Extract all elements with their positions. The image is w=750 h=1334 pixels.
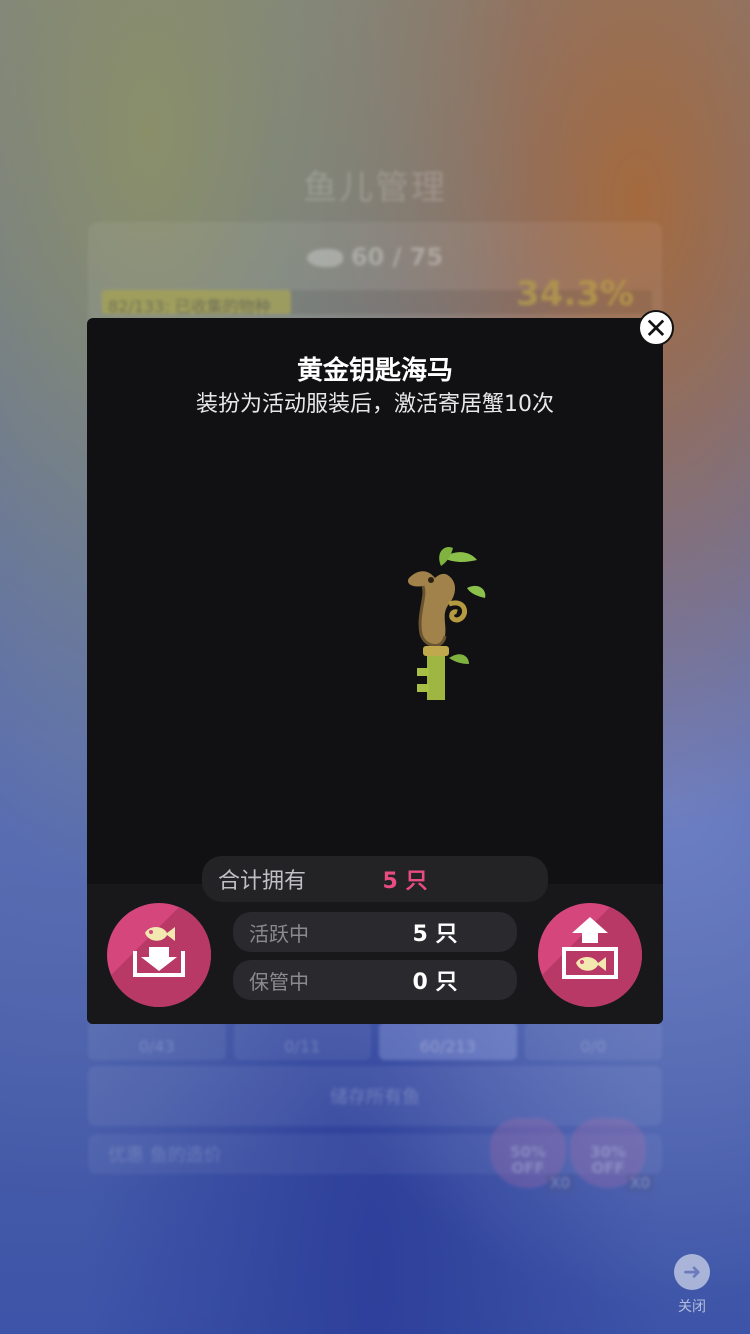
fish-description: 装扮为活动服装后，激活寄居蟹10次 <box>196 392 554 417</box>
discount-50-badge[interactable]: 50% OFF X0 <box>490 1118 574 1192</box>
total-owned-value: 5 只 <box>382 869 428 894</box>
fish-out-of-box-icon <box>562 917 618 979</box>
category-tab-active[interactable]: 60/213 <box>379 1022 517 1060</box>
background-title: 鱼儿管理 <box>303 168 447 208</box>
active-value: 5 只 <box>412 922 458 947</box>
category-tab[interactable]: 0/11 <box>233 1022 371 1060</box>
release-fish-button[interactable] <box>538 903 642 1007</box>
background-fish-count: 60 / 75 <box>0 243 750 271</box>
fish-detail-modal: 黄金钥匙海马 装扮为活动服装后，激活寄居蟹10次 合计拥有 5 只 活跃中 5 … <box>87 318 663 1024</box>
category-tab[interactable]: 0/0 <box>524 1022 662 1060</box>
stored-value: 0 只 <box>412 970 458 995</box>
category-tab[interactable]: 0/43 <box>88 1022 226 1060</box>
stored-stat: 保管中 0 只 <box>233 960 517 1000</box>
close-label: 关闭 <box>678 1299 706 1315</box>
fish-into-box-icon <box>133 927 185 977</box>
discount-count: X0 <box>626 1174 654 1192</box>
fish-category-tabs: 0/43 0/11 60/213 0/0 <box>88 1022 662 1060</box>
fish-icon <box>306 249 343 267</box>
active-stat: 活跃中 5 只 <box>233 912 517 952</box>
fish-count-text: 60 / 75 <box>350 243 444 271</box>
close-icon: ✕ <box>644 311 668 345</box>
store-all-fish-button[interactable]: 储存所有鱼 <box>88 1066 662 1126</box>
golden-key-seahorse-image <box>407 546 486 700</box>
store-fish-button[interactable] <box>107 903 211 1007</box>
arrow-right-icon: ➜ <box>674 1254 710 1290</box>
close-screen-button[interactable]: ➜ 关闭 <box>672 1254 712 1316</box>
close-modal-button[interactable]: ✕ <box>638 310 674 346</box>
fish-name: 黄金钥匙海马 <box>296 356 453 386</box>
total-owned-stat: 合计拥有 5 只 <box>202 856 548 902</box>
progress-text: 82/133: 已收集的物种 <box>108 297 271 316</box>
progress-percent: 34.3% <box>516 274 634 314</box>
discount-30-badge[interactable]: 30% OFF X0 <box>570 1118 654 1192</box>
